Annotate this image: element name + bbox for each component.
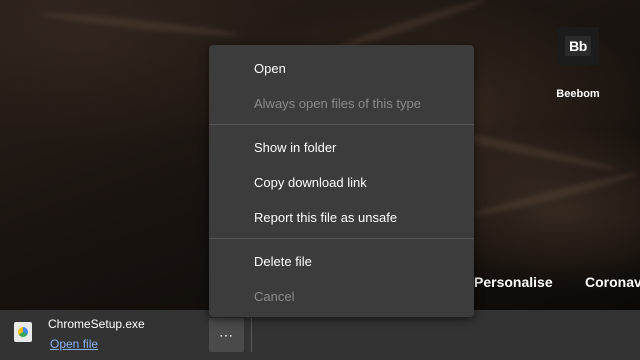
menu-separator — [209, 124, 474, 125]
nav-link-personalise[interactable]: Personalise — [474, 274, 553, 290]
dune-ridge — [471, 169, 639, 220]
open-file-link[interactable]: Open file — [50, 337, 98, 351]
menu-item-delete-file[interactable]: Delete file — [209, 244, 474, 278]
shortcut-tile-beebom[interactable]: Bb — [557, 27, 599, 65]
download-context-menu: Open Always open files of this type Show… — [209, 45, 474, 317]
more-dots-icon: ⋯ — [219, 326, 234, 343]
dune-ridge — [40, 9, 240, 40]
nav-link-coronavirus[interactable]: Coronav — [585, 274, 640, 290]
menu-separator — [209, 238, 474, 239]
download-file-name[interactable]: ChromeSetup.exe — [48, 317, 145, 331]
menu-item-show-in-folder[interactable]: Show in folder — [209, 130, 474, 164]
menu-item-always-open: Always open files of this type — [254, 95, 421, 111]
menu-item-open[interactable]: Open — [209, 51, 474, 85]
shelf-divider — [251, 318, 252, 352]
menu-item-report-unsafe[interactable]: Report this file as unsafe — [209, 200, 474, 234]
shortcut-label[interactable]: Beebom — [548, 88, 608, 100]
beebom-logo-icon: Bb — [565, 36, 591, 56]
download-options-button[interactable]: ⋯ — [209, 318, 244, 352]
installer-file-icon — [14, 322, 32, 342]
menu-item-copy-download-link[interactable]: Copy download link — [209, 165, 474, 199]
menu-item-cancel: Cancel — [254, 288, 295, 304]
